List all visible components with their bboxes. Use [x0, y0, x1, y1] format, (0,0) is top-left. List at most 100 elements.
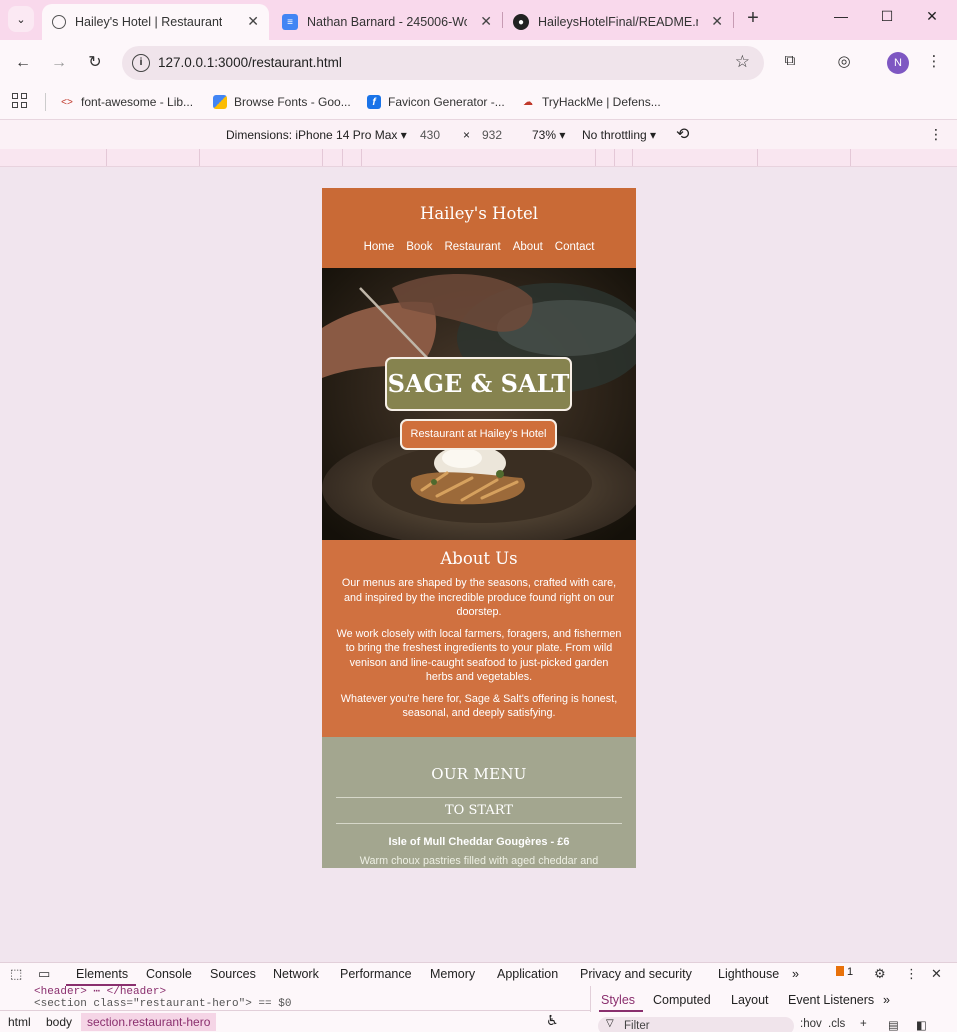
- info-icon[interactable]: i: [132, 54, 150, 72]
- styles-filter-input[interactable]: Filter: [598, 1017, 794, 1032]
- bookmark-label: TryHackMe | Defens...: [542, 95, 661, 109]
- nav-home-link[interactable]: Home: [364, 241, 395, 253]
- nav-about-link[interactable]: About: [513, 241, 543, 253]
- maximize-icon[interactable]: ☐: [876, 8, 898, 30]
- device-dimensions-label: Dimensions: iPhone 14 Pro Max: [226, 128, 398, 142]
- tab-title: Nathan Barnard - 245006-Wor: [307, 15, 467, 29]
- close-tab-icon[interactable]: ✕: [480, 13, 492, 30]
- media-query-ruler[interactable]: [0, 149, 957, 167]
- close-tab-icon[interactable]: ✕: [247, 13, 259, 30]
- dom-node-header[interactable]: <header> ⋯ </header>: [34, 986, 166, 998]
- sidebar-toggle-icon[interactable]: ◧: [916, 1018, 927, 1032]
- tab-strip: ⌄ Hailey's Hotel | Restaurant ✕ ≡ Nathan…: [0, 0, 957, 40]
- devtools-tab-elements[interactable]: Elements: [76, 967, 128, 981]
- emulated-device-page: Hailey's Hotel Home Book Restaurant Abou…: [322, 188, 636, 868]
- cls-toggle[interactable]: .cls: [828, 1018, 845, 1030]
- tab-search-chevron-icon[interactable]: ⌄: [8, 6, 34, 32]
- tab-restaurant[interactable]: Hailey's Hotel | Restaurant ✕: [42, 4, 269, 40]
- styles-tab[interactable]: Styles: [601, 993, 635, 1007]
- bookmark-favicon-generator[interactable]: f Favicon Generator -...: [367, 92, 505, 112]
- settings-gear-icon[interactable]: ⚙: [874, 966, 886, 982]
- dom-node-section[interactable]: <section class="restaurant-hero"> == $0: [34, 998, 291, 1010]
- devtools-tab-memory[interactable]: Memory: [430, 967, 475, 981]
- bookmark-star-icon[interactable]: ☆: [735, 52, 750, 72]
- profile-avatar[interactable]: N: [887, 52, 909, 74]
- devtools-more-icon[interactable]: ⋮: [905, 966, 918, 982]
- bookmark-label: Browse Fonts - Goo...: [234, 95, 351, 109]
- extensions-icon[interactable]: ⧉: [779, 52, 801, 74]
- favicon-generator-icon: f: [367, 95, 381, 109]
- about-heading: About Us: [440, 549, 518, 568]
- issues-count: 1: [847, 966, 854, 978]
- device-toggle-icon[interactable]: ▭: [38, 966, 50, 982]
- crumb-html[interactable]: html: [2, 1013, 37, 1031]
- nav-restaurant-link[interactable]: Restaurant: [444, 241, 500, 253]
- nav-contact-link[interactable]: Contact: [555, 241, 595, 253]
- more-panes-chevron-icon[interactable]: »: [883, 993, 890, 1007]
- more-tabs-chevron-icon[interactable]: »: [792, 967, 799, 981]
- bookmark-label: Favicon Generator -...: [388, 95, 505, 109]
- device-width-input[interactable]: 430: [420, 128, 440, 142]
- close-devtools-icon[interactable]: ✕: [931, 966, 942, 982]
- tab-google-doc[interactable]: ≡ Nathan Barnard - 245006-Wor ✕: [272, 4, 502, 40]
- google-fonts-icon: [213, 95, 227, 109]
- site-header: Hailey's Hotel Home Book Restaurant Abou…: [322, 188, 636, 268]
- bookmark-label: font-awesome - Lib...: [81, 95, 194, 109]
- computed-tab[interactable]: Computed: [653, 993, 711, 1007]
- device-height-input[interactable]: 932: [482, 128, 502, 142]
- menu-kebab-icon[interactable]: ⋮: [923, 52, 945, 74]
- crumb-section[interactable]: section.restaurant-hero: [81, 1013, 217, 1031]
- close-tab-icon[interactable]: ✕: [711, 13, 723, 30]
- about-paragraph: Our menus are shaped by the seasons, cra…: [341, 577, 617, 618]
- site-title[interactable]: Hailey's Hotel: [322, 188, 636, 241]
- computed-styles-icon[interactable]: ▤: [888, 1018, 899, 1032]
- reload-button[interactable]: ↻: [83, 51, 107, 75]
- devtools-tab-network[interactable]: Network: [273, 967, 319, 981]
- github-icon: ●: [513, 14, 529, 30]
- bookmark-font-awesome[interactable]: <> font-awesome - Lib...: [60, 92, 193, 112]
- lens-icon[interactable]: ◎: [833, 52, 855, 74]
- back-button[interactable]: ←: [11, 51, 35, 75]
- device-dimensions-select[interactable]: Dimensions: iPhone 14 Pro Max ▾: [226, 128, 407, 142]
- close-window-icon[interactable]: ✕: [921, 8, 943, 30]
- add-rule-icon[interactable]: +: [860, 1018, 867, 1030]
- devtools-tab-lighthouse[interactable]: Lighthouse: [718, 967, 779, 981]
- throttling-select[interactable]: No throttling ▾: [582, 128, 656, 142]
- accessibility-icon[interactable]: ♿: [540, 1011, 565, 1029]
- hov-toggle[interactable]: :hov: [800, 1018, 822, 1030]
- devtools-tab-sources[interactable]: Sources: [210, 967, 256, 981]
- devtools-tab-performance[interactable]: Performance: [340, 967, 412, 981]
- bookmark-google-fonts[interactable]: Browse Fonts - Goo...: [213, 92, 351, 112]
- devtools-tab-console[interactable]: Console: [146, 967, 192, 981]
- elements-tree[interactable]: <header> ⋯ </header> <section class="res…: [0, 986, 590, 1010]
- dish-name: Isle of Mull Cheddar Gougères - £6: [388, 836, 570, 848]
- issues-badge[interactable]: 1: [836, 966, 853, 978]
- menu-section: OUR MENU TO START Isle of Mull Cheddar G…: [322, 737, 636, 867]
- inspect-element-icon[interactable]: ⬚: [10, 966, 22, 982]
- breadcrumb: html body section.restaurant-hero ♿: [0, 1010, 590, 1032]
- bookmark-tryhackme[interactable]: ☁ TryHackMe | Defens...: [521, 92, 661, 112]
- tab-github-readme[interactable]: ● HaileysHotelFinal/README.md ✕: [503, 4, 733, 40]
- minimize-icon[interactable]: —: [830, 8, 852, 30]
- browser-toolbar: ← → ↻ i 127.0.0.1:3000/restaurant.html ☆…: [0, 40, 957, 85]
- apps-grid-icon[interactable]: [12, 93, 30, 111]
- zoom-select[interactable]: 73% ▾: [532, 128, 565, 142]
- nav-book-link[interactable]: Book: [406, 241, 432, 253]
- tab-separator: [733, 12, 734, 28]
- rotate-icon[interactable]: ⟲: [676, 124, 689, 144]
- address-bar[interactable]: i 127.0.0.1:3000/restaurant.html ☆: [122, 46, 764, 80]
- url-text[interactable]: 127.0.0.1:3000/restaurant.html: [158, 55, 342, 70]
- layout-tab[interactable]: Layout: [731, 993, 769, 1007]
- about-paragraph: We work closely with local farmers, fora…: [336, 627, 622, 684]
- new-tab-button[interactable]: +: [742, 8, 764, 30]
- filter-placeholder: Filter: [624, 1020, 650, 1032]
- devtools-tab-privacy[interactable]: Privacy and security: [580, 967, 692, 981]
- dimension-times: ×: [463, 128, 471, 142]
- event-listeners-tab[interactable]: Event Listeners: [788, 993, 874, 1007]
- crumb-body[interactable]: body: [40, 1013, 78, 1031]
- throttling-label: No throttling: [582, 128, 647, 142]
- devtools-tab-application[interactable]: Application: [497, 967, 558, 981]
- hero-title: SAGE & SALT: [385, 357, 572, 411]
- device-more-icon[interactable]: ⋮: [929, 126, 943, 143]
- forward-button[interactable]: →: [47, 51, 71, 75]
